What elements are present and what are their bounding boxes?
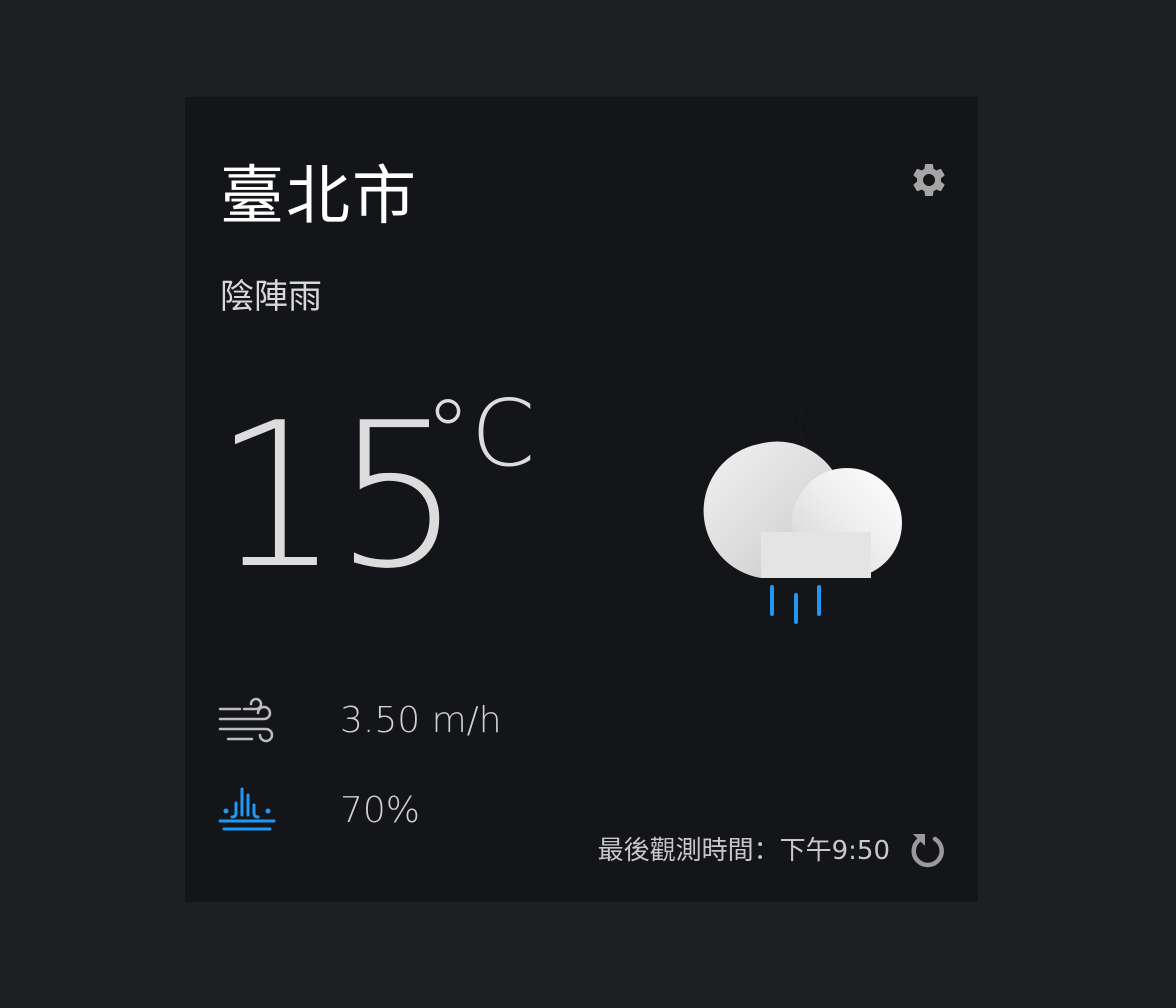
settings-button[interactable]	[909, 160, 949, 200]
rain-probability-icon	[218, 785, 276, 839]
refresh-button[interactable]	[907, 830, 949, 872]
cloud-moon-rain-icon	[685, 382, 915, 632]
temperature-unit: °C	[425, 380, 536, 487]
wind-speed: 3.50 m/h	[340, 700, 502, 741]
rain-probability: 70%	[340, 790, 421, 831]
refresh-icon	[911, 834, 944, 868]
temperature-value: 15	[213, 380, 461, 613]
weather-description: 陰陣雨	[220, 277, 322, 317]
wind-row: 3.50 m/h	[218, 695, 618, 749]
last-observed-time: 最後觀測時間：下午9:50	[597, 836, 890, 866]
wind-icon	[218, 695, 276, 749]
weather-card: 臺北市 陰陣雨 15 °C 3.50 m/h 70% 最後觀測時間：下午9:50	[185, 97, 978, 902]
city-name: 臺北市	[220, 160, 418, 234]
gear-icon	[913, 164, 945, 196]
rain-row: 70%	[218, 785, 618, 839]
